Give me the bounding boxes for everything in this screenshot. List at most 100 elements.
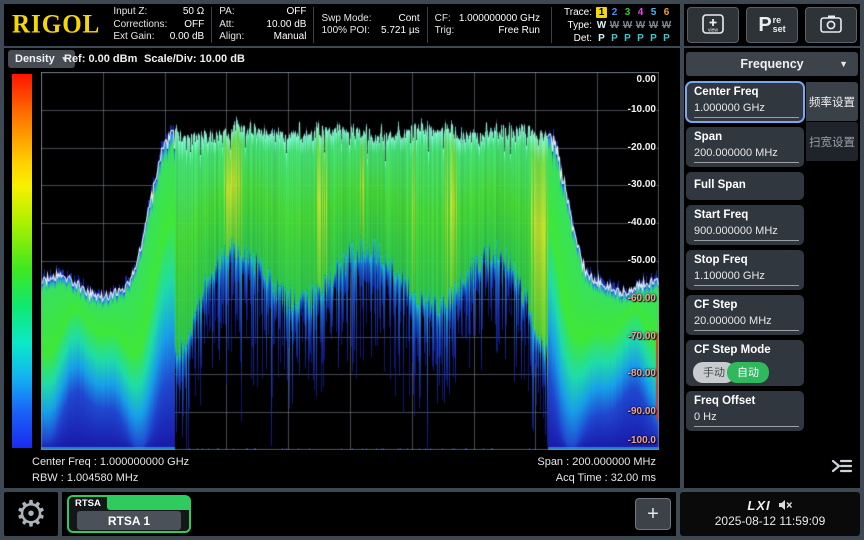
trace-6-detector: P: [660, 33, 673, 44]
status-label: PA:: [219, 6, 234, 19]
trace-2-detector: P: [608, 33, 621, 44]
y-axis-label: -40.00: [628, 217, 656, 228]
tab-frequency-settings[interactable]: 频率设置: [806, 82, 858, 121]
type-row-label: Type:: [559, 20, 592, 31]
status-value: 50 Ω: [183, 6, 204, 19]
menu-item-label: Stop Freq: [694, 254, 748, 266]
status-group-cf-trig: CF:1.000000000 GHz Trig:Free Run: [427, 7, 547, 43]
y-axis-label: -50.00: [628, 255, 656, 266]
status-label: Ext Gain:: [113, 31, 154, 44]
menu-item-label: Freq Offset: [694, 395, 755, 407]
menu-item-start-freq[interactable]: Start Freq 900.000000 MHz: [686, 205, 804, 245]
menu-item-freq-offset[interactable]: Freq Offset 0 Hz: [686, 391, 804, 431]
speaker-muted-icon: [778, 499, 793, 511]
menu-item-label: CF Step: [694, 299, 737, 311]
trace-mode-label: Density: [15, 53, 55, 65]
density-colorbar: [12, 74, 32, 448]
menu-expand-button[interactable]: [830, 457, 854, 480]
menu-title-dropdown[interactable]: Frequency ▼: [686, 52, 858, 76]
y-axis-label: 0.00: [637, 74, 656, 85]
footer-rbw: RBW : 1.004580 MHz: [32, 472, 138, 484]
status-value: 1.000000000 GHz: [459, 13, 540, 26]
cf-step-mode-toggle[interactable]: 手动 自动: [693, 362, 769, 383]
y-axis-label: -70.00: [628, 331, 656, 342]
trace-status-panel: Trace: 1 2 3 4 5 6 Type: W W W W W W Det…: [551, 7, 680, 43]
system-settings-panel: ⚙: [4, 492, 58, 536]
add-view-button[interactable]: view: [687, 7, 739, 43]
status-value: 10.00 dB: [266, 19, 306, 32]
scale-div-readout: Scale/Div: 10.00 dB: [144, 53, 245, 65]
trace-5-badge[interactable]: 5: [647, 7, 660, 18]
tab-span-settings[interactable]: 扫宽设置: [806, 122, 858, 161]
menu-item-center-freq[interactable]: Center Freq 1.000000 GHz: [686, 82, 804, 122]
detector-row: Det: P P P P P P: [559, 33, 673, 44]
trace-1-badge[interactable]: 1: [596, 7, 607, 18]
lxi-indicator: LXI: [747, 498, 770, 513]
spectrum-canvas: [41, 72, 659, 450]
menu-item-value: 0 Hz: [694, 411, 799, 427]
trace-row-label: Trace:: [559, 7, 592, 18]
status-group-input: Input Z:50 Ω Corrections:OFF Ext Gain:0.…: [106, 7, 211, 43]
spectrum-plot: 0.00 -10.00 -20.00 -30.00 -40.00 -50.00 …: [41, 72, 659, 450]
menu-expand-icon: [830, 457, 854, 475]
trace-4-type: W: [634, 20, 647, 31]
trace-4-detector: P: [634, 33, 647, 44]
svg-text:view: view: [708, 28, 718, 34]
screenshot-button[interactable]: [805, 7, 857, 43]
footer-center-freq: Center Freq : 1.000000000 GHz: [32, 456, 189, 468]
rtsa-app-tab[interactable]: RTSA RTSA 1: [67, 495, 191, 533]
status-label: Corrections:: [113, 19, 167, 32]
analyzer-window: RIGOL Input Z:50 Ω Corrections:OFF Ext G…: [0, 0, 864, 540]
menu-item-full-span[interactable]: Full Span: [686, 172, 804, 200]
rigol-logo: RIGOL: [12, 10, 100, 39]
menu-item-stop-freq[interactable]: Stop Freq 1.100000 GHz: [686, 250, 804, 290]
spectrum-display-panel: Density ▼ Ref: 0.00 dBm Scale/Div: 10.00…: [4, 48, 680, 488]
footer-acq-time: Acq Time : 32.00 ms: [556, 472, 656, 484]
status-value: OFF: [286, 6, 306, 19]
menu-item-value: 1.100000 GHz: [694, 270, 799, 286]
rtsa-tab-accent: [107, 497, 189, 510]
menu-title-label: Frequency: [740, 57, 803, 71]
menu-item-span[interactable]: Span 200.000000 MHz: [686, 127, 804, 167]
y-axis-label: -20.00: [628, 142, 656, 153]
menu-item-label: Start Freq: [694, 209, 748, 221]
menu-item-cf-step-mode[interactable]: CF Step Mode 手动 自动: [686, 340, 804, 386]
y-axis-label: -60.00: [628, 293, 656, 304]
trace-6-type: W: [660, 20, 673, 31]
menu-item-cf-step[interactable]: CF Step 20.000000 MHz: [686, 295, 804, 335]
ref-level-readout: Ref: 0.00 dBm: [64, 53, 137, 65]
frequency-menu-panel: Frequency ▼ Center Freq 1.000000 GHz Spa…: [684, 48, 860, 488]
preset-icon: P re set: [758, 15, 785, 35]
system-status-panel: LXI 2025-08-12 11:59:09: [680, 492, 860, 536]
status-label: CF:: [435, 13, 451, 26]
preset-set: set: [773, 25, 786, 34]
trace-3-badge[interactable]: 3: [621, 7, 634, 18]
menu-items: Center Freq 1.000000 GHz Span 200.000000…: [686, 82, 804, 436]
status-value: 0.00 dB: [170, 31, 204, 44]
gear-icon[interactable]: ⚙: [15, 496, 47, 532]
add-view-icon: view: [699, 12, 727, 38]
add-app-button[interactable]: +: [635, 498, 671, 530]
menu-item-label: Full Span: [694, 179, 746, 191]
trace-2-badge[interactable]: 2: [608, 7, 621, 18]
trace-2-type: W: [608, 20, 621, 31]
trace-5-type: W: [647, 20, 660, 31]
trace-4-badge[interactable]: 4: [634, 7, 647, 18]
preset-button[interactable]: P re set: [746, 7, 798, 43]
y-axis-label: -10.00: [628, 104, 656, 115]
menu-item-value: 20.000000 MHz: [694, 315, 799, 331]
trace-6-badge[interactable]: 6: [660, 7, 673, 18]
camera-icon: [818, 14, 844, 36]
status-value: Free Run: [498, 25, 540, 38]
toggle-option-auto[interactable]: 自动: [727, 362, 769, 383]
status-label: Align:: [219, 31, 244, 44]
menu-item-label: Span: [694, 131, 722, 143]
trace-1-detector: P: [595, 33, 608, 44]
top-button-panel: view P re set: [684, 4, 860, 46]
date-time-readout: 2025-08-12 11:59:09: [680, 514, 860, 528]
menu-item-label: Center Freq: [694, 86, 759, 98]
rtsa-instance-button[interactable]: RTSA 1: [77, 511, 181, 530]
chevron-down-icon: ▼: [839, 59, 848, 69]
status-group-pa: PA:OFF Att:10.00 dB Align:Manual: [211, 7, 313, 43]
y-axis-label: -90.00: [628, 406, 656, 417]
